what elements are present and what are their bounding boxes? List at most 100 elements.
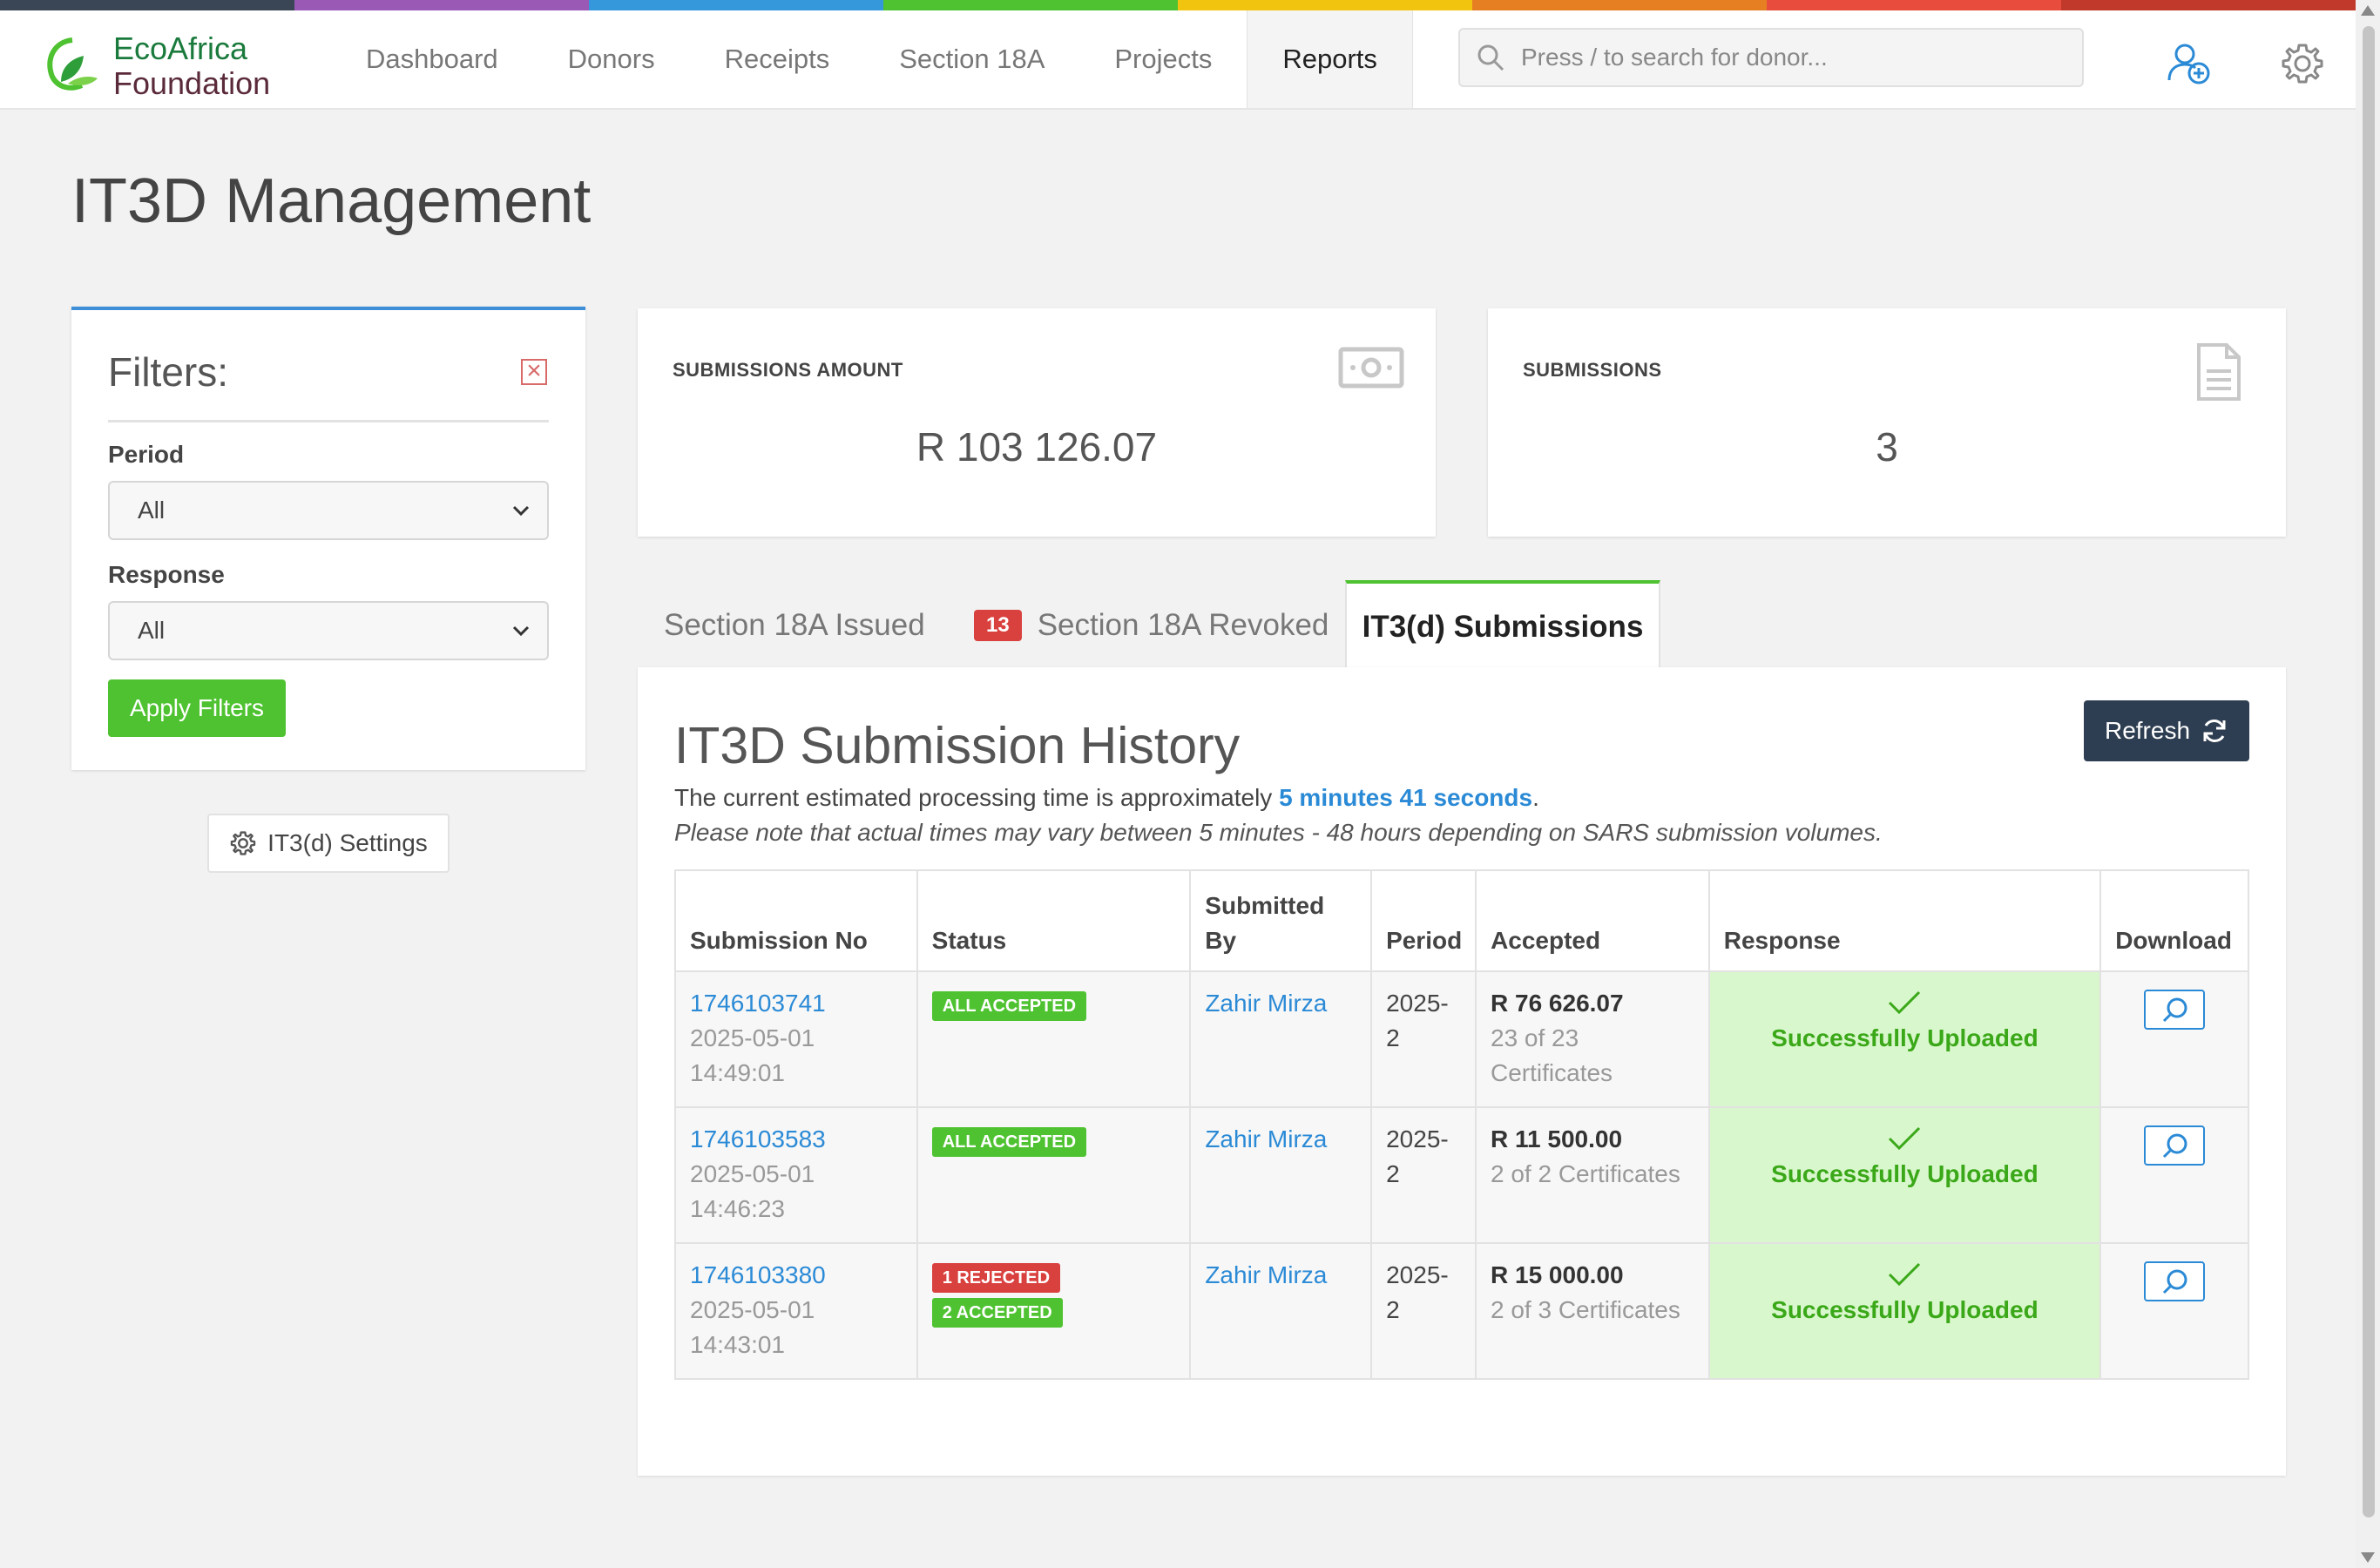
- tab-section-18a-revoked[interactable]: 13 Section 18A Revoked: [974, 584, 1329, 667]
- leaf-logo-icon: [47, 37, 98, 91]
- brand-logo[interactable]: EcoAfrica Foundation: [42, 24, 294, 103]
- submission-date: 2025-05-01: [690, 1296, 815, 1323]
- column-header-period: Period: [1372, 871, 1477, 970]
- tab-it3d-submissions[interactable]: IT3(d) Submissions: [1345, 580, 1660, 671]
- response-text: Successfully Uploaded: [1771, 1160, 2039, 1187]
- page-scrollbar[interactable]: [2356, 0, 2380, 1568]
- filters-panel: Filters: × Period All Response All Apply…: [71, 307, 585, 770]
- accepted-amount: R 15 000.00: [1491, 1261, 1624, 1288]
- download-cell: [2101, 1108, 2248, 1242]
- submission-time: 14:43:01: [690, 1331, 785, 1358]
- filters-title: Filters:: [108, 349, 228, 395]
- submission-no-link[interactable]: 1746103380: [690, 1258, 903, 1293]
- apply-filters-button[interactable]: Apply Filters: [108, 679, 286, 737]
- view-download-button[interactable]: [2144, 990, 2206, 1030]
- submitted-by-link[interactable]: Zahir Mirza: [1205, 1125, 1327, 1152]
- period-select[interactable]: All: [108, 481, 549, 540]
- revoked-count-badge: 13: [974, 610, 1022, 641]
- scroll-thumb[interactable]: [2363, 26, 2375, 1517]
- submissions-amount-value: R 103 126.07: [916, 424, 1158, 470]
- check-icon: [1889, 1262, 1921, 1287]
- search-input[interactable]: [1519, 43, 2045, 72]
- status-cell: ALL ACCEPTED: [918, 1108, 1192, 1242]
- nav-dashboard[interactable]: Dashboard: [331, 10, 533, 108]
- nav-receipts[interactable]: Receipts: [690, 10, 865, 108]
- rejected-badge: 1 REJECTED: [931, 1263, 1061, 1293]
- money-icon: [1338, 347, 1404, 389]
- nav-reports[interactable]: Reports: [1247, 10, 1413, 108]
- nav-section-18a[interactable]: Section 18A: [864, 10, 1079, 108]
- column-header-accepted: Accepted: [1477, 871, 1710, 970]
- search-icon: [2163, 1133, 2187, 1159]
- period-cell: 2025-2: [1372, 972, 1477, 1106]
- search-icon: [2163, 1269, 2187, 1294]
- view-download-button[interactable]: [2144, 1125, 2206, 1166]
- submitted-by-link[interactable]: Zahir Mirza: [1205, 990, 1327, 1017]
- scroll-up-arrow-icon[interactable]: [2361, 5, 2375, 16]
- gear-icon: [230, 831, 256, 855]
- nav-donors[interactable]: Donors: [533, 10, 690, 108]
- period-label: Period: [108, 441, 185, 468]
- submitted-by-cell: Zahir Mirza: [1191, 1244, 1373, 1378]
- it3d-settings-button[interactable]: IT3(d) Settings: [207, 814, 450, 873]
- stripe-segment: [589, 0, 883, 10]
- gear-icon[interactable]: [2279, 40, 2326, 87]
- submissions-amount-card: SUBMISSIONS AMOUNT R 103 126.07: [638, 308, 1436, 537]
- submissions-count-card: SUBMISSIONS 3: [1488, 308, 2286, 537]
- column-header-status: Status: [918, 871, 1192, 970]
- add-user-icon[interactable]: [2166, 40, 2213, 87]
- view-download-button[interactable]: [2144, 1261, 2206, 1301]
- submission-no-link[interactable]: 1746103583: [690, 1122, 903, 1157]
- response-label: Response: [108, 561, 225, 588]
- submissions-table: Submission No Status Submitted By Period…: [674, 869, 2249, 1380]
- accepted-certificates: 2 of 3 Certificates: [1491, 1296, 1680, 1323]
- clear-filters-close-icon[interactable]: ×: [521, 358, 547, 385]
- stripe-segment: [0, 0, 294, 10]
- response-text: Successfully Uploaded: [1771, 1024, 2039, 1051]
- report-tabs: Section 18A Issued 13 Section 18A Revoke…: [638, 580, 2286, 671]
- submission-date: 2025-05-01: [690, 1160, 815, 1187]
- brand-name: EcoAfrica Foundation: [113, 31, 270, 101]
- donor-search[interactable]: [1458, 28, 2084, 87]
- processing-time-text: The current estimated processing time is…: [674, 784, 1539, 812]
- submitted-by-cell: Zahir Mirza: [1191, 1108, 1373, 1242]
- tab-section-18a-issued[interactable]: Section 18A Issued: [664, 584, 925, 667]
- scroll-down-arrow-icon[interactable]: [2361, 1552, 2375, 1563]
- submitted-by-link[interactable]: Zahir Mirza: [1205, 1261, 1327, 1288]
- submitted-by-cell: Zahir Mirza: [1191, 972, 1373, 1106]
- submission-no-link[interactable]: 1746103741: [690, 986, 903, 1021]
- status-badge: ALL ACCEPTED: [931, 1127, 1087, 1157]
- document-icon: [2197, 343, 2241, 401]
- refresh-button[interactable]: Refresh: [2084, 700, 2249, 761]
- submission-no-cell: 1746103741 2025-05-01 14:49:01: [676, 972, 918, 1106]
- submissions-count-value: 3: [1876, 424, 1898, 470]
- column-header-submission-no: Submission No: [676, 871, 918, 970]
- check-icon: [1889, 990, 1921, 1015]
- table-row: 1746103583 2025-05-01 14:46:23 ALL ACCEP…: [676, 1108, 2248, 1244]
- accepted-cell: R 11 500.00 2 of 2 Certificates: [1477, 1108, 1710, 1242]
- period-select-value: All: [138, 497, 166, 524]
- processing-suffix: .: [1532, 784, 1539, 811]
- nav-projects[interactable]: Projects: [1079, 10, 1247, 108]
- stripe-segment: [294, 0, 589, 10]
- submissions-amount-label: SUBMISSIONS AMOUNT: [673, 359, 903, 381]
- processing-note: Please note that actual times may vary b…: [674, 819, 1883, 846]
- stripe-segment: [1472, 0, 1767, 10]
- brand-name-line2: Foundation: [113, 65, 271, 101]
- submission-date: 2025-05-01: [690, 1024, 815, 1051]
- stripe-segment: [883, 0, 1178, 10]
- processing-time-value: 5 minutes 41 seconds: [1279, 784, 1533, 811]
- search-icon: [1477, 44, 1504, 71]
- table-row: 1746103741 2025-05-01 14:49:01 ALL ACCEP…: [676, 972, 2248, 1108]
- status-cell: ALL ACCEPTED: [918, 972, 1192, 1106]
- accepted-amount: R 11 500.00: [1491, 1125, 1623, 1152]
- top-header: EcoAfrica Foundation Dashboard Donors Re…: [0, 10, 2356, 110]
- response-select[interactable]: All: [108, 601, 549, 660]
- response-cell: Successfully Uploaded: [1709, 1108, 2102, 1242]
- accepted-certificates: 23 of 23 Certificates: [1491, 1024, 1613, 1086]
- period-cell: 2025-2: [1372, 1244, 1477, 1378]
- tab-label: Section 18A Revoked: [1037, 608, 1329, 642]
- table-header: Submission No Status Submitted By Period…: [676, 871, 2248, 972]
- response-cell: Successfully Uploaded: [1709, 972, 2102, 1106]
- submission-time: 14:49:01: [690, 1059, 785, 1086]
